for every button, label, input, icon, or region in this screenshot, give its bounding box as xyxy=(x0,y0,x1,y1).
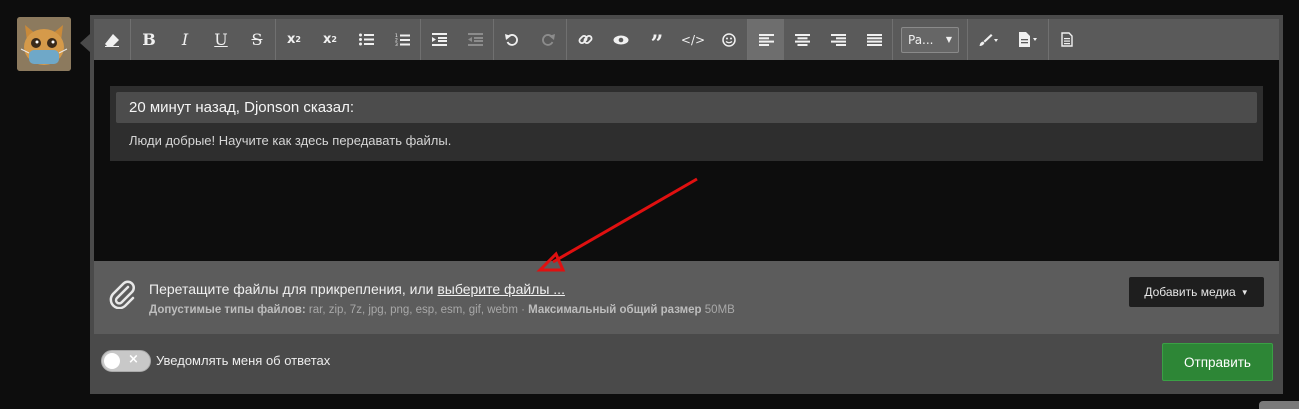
outdent-icon[interactable] xyxy=(457,19,493,60)
send-button[interactable]: Отправить xyxy=(1162,343,1273,381)
quote-body: Люди добрые! Научите как здесь передават… xyxy=(129,133,452,148)
insert-icon[interactable] xyxy=(1008,19,1048,60)
toggle-knob xyxy=(104,353,120,369)
document-icon[interactable] xyxy=(1049,19,1085,60)
align-center-icon[interactable] xyxy=(784,19,820,60)
smiley-icon[interactable] xyxy=(711,19,747,60)
align-right-icon[interactable] xyxy=(820,19,856,60)
max-size-value: 50MB xyxy=(701,304,735,316)
caret-down-icon: ▼ xyxy=(1240,287,1249,297)
bullet-list-icon[interactable] xyxy=(348,19,384,60)
notify-toggle[interactable]: × xyxy=(101,350,151,372)
editor-toolbar: B I U S x2 x2 123 ” </> Pa... ▼ xyxy=(94,19,1279,60)
indent-icon[interactable] xyxy=(421,19,457,60)
add-media-label: Добавить медиа xyxy=(1144,285,1236,299)
eraser-icon[interactable] xyxy=(94,19,130,60)
toolbar-separator xyxy=(892,19,893,60)
strikethrough-icon[interactable]: S xyxy=(239,19,275,60)
allowed-types-label: Допустимые типы файлов: xyxy=(149,304,306,316)
scroll-corner xyxy=(1259,401,1299,409)
redo-icon[interactable] xyxy=(530,19,566,60)
allowed-types-list: rar, zip, 7z, jpg, png, esp, esm, gif, w… xyxy=(305,304,529,316)
paragraph-select-value: Pa... xyxy=(908,32,934,47)
avatar[interactable] xyxy=(17,17,71,71)
paragraph-select[interactable]: Pa... ▼ xyxy=(901,26,959,53)
quote-header: 20 минут назад, Djonson сказал: xyxy=(116,92,1257,123)
align-left-icon[interactable] xyxy=(748,19,784,60)
max-size-label: Максимальный общий размер xyxy=(528,304,702,316)
reply-editor: B I U S x2 x2 123 ” </> Pa... ▼ 20 минут… xyxy=(90,15,1283,394)
justify-icon[interactable] xyxy=(856,19,892,60)
editor-content[interactable]: 20 минут назад, Djonson сказал: Люди доб… xyxy=(94,60,1279,261)
drag-text: Перетащите файлы для прикрепления, или xyxy=(149,281,438,297)
allowed-types-info: Допустимые типы файлов: rar, zip, 7z, jp… xyxy=(149,304,735,316)
underline-icon[interactable]: U xyxy=(203,19,239,60)
choose-files-link[interactable]: выберите файлы ... xyxy=(437,281,565,297)
brush-icon[interactable] xyxy=(968,19,1008,60)
preview-icon[interactable] xyxy=(603,19,639,60)
attachment-area[interactable]: Перетащите файлы для прикрепления, или в… xyxy=(94,261,1279,334)
numbered-list-icon[interactable]: 123 xyxy=(384,19,420,60)
toggle-off-icon: × xyxy=(128,352,139,367)
editor-pointer xyxy=(80,34,90,52)
italic-icon[interactable]: I xyxy=(167,19,203,60)
quote-icon[interactable]: ” xyxy=(639,19,675,60)
link-icon[interactable] xyxy=(567,19,603,60)
bold-icon[interactable]: B xyxy=(131,19,167,60)
code-icon[interactable]: </> xyxy=(675,19,711,60)
paperclip-icon xyxy=(108,279,136,313)
notify-label: Уведомлять меня об ответах xyxy=(156,353,331,368)
attach-instructions: Перетащите файлы для прикрепления, или в… xyxy=(149,281,565,297)
chevron-down-icon: ▼ xyxy=(945,35,952,44)
undo-icon[interactable] xyxy=(494,19,530,60)
add-media-button[interactable]: Добавить медиа ▼ xyxy=(1129,277,1264,307)
subscript-icon[interactable]: x2 xyxy=(312,19,348,60)
svg-text:3: 3 xyxy=(395,42,398,47)
quote-block: 20 минут назад, Djonson сказал: Люди доб… xyxy=(110,86,1263,161)
superscript-icon[interactable]: x2 xyxy=(276,19,312,60)
cat-avatar-image xyxy=(17,17,71,71)
